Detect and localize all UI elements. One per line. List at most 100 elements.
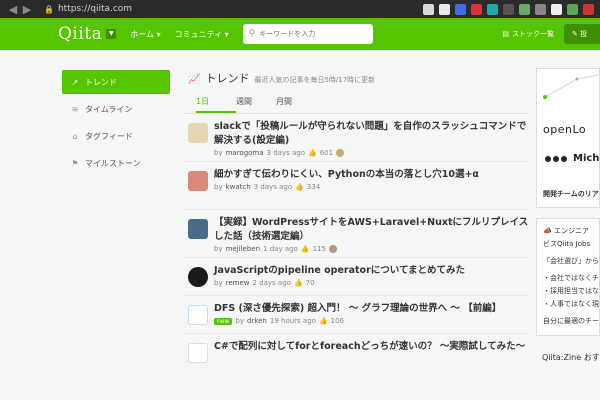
sidebar-item-label: トレンド [85, 77, 117, 87]
thumbs-up-icon: 👍 [295, 183, 304, 191]
extension-icon[interactable] [583, 3, 594, 15]
chevron-down-icon[interactable]: ▼ [106, 29, 117, 39]
tab-weekly[interactable]: 週間 [236, 92, 276, 113]
extension-icon[interactable] [567, 3, 578, 15]
author-link[interactable]: remew [226, 279, 250, 287]
timeline-icon: ≋ [71, 104, 79, 114]
ad-logo: openLo [543, 123, 587, 136]
jobs-line: ビスQiita Jobs [543, 240, 591, 248]
extension-icon[interactable] [487, 3, 498, 15]
author-link[interactable]: mejileben [226, 245, 260, 253]
tab-daily[interactable]: 1日 [196, 92, 236, 113]
page-title: トレンド [205, 72, 250, 85]
sidebar-item-timeline[interactable]: ≋ タイムライン [62, 97, 170, 121]
ad-brand: Mich [545, 153, 599, 164]
extension-icon[interactable] [455, 3, 466, 15]
article-title[interactable]: DFS (深さ優先探索) 超入門！ 〜 グラフ理論の世界へ 〜 【前編】 [214, 302, 529, 316]
article-item: 【実録】WordPressサイトをAWS+Laravel+Nuxtにフルリプレイ… [184, 210, 529, 258]
article-item: C#で配列に対してforとforeachどっちが速いの？ 〜実際試してみた〜 [184, 334, 529, 382]
extension-icon[interactable] [471, 3, 482, 15]
tag-icon: ⌂ [72, 131, 78, 141]
article-meta: by kwatch 3 days ago 👍 334 [214, 183, 529, 191]
by-label: by [214, 245, 223, 253]
avatar[interactable] [188, 171, 208, 191]
author-link[interactable]: drken [247, 317, 267, 325]
new-badge: new [214, 317, 233, 325]
avatar[interactable] [188, 305, 208, 325]
liker-avatar[interactable] [328, 245, 337, 253]
qiita-logo[interactable]: Qiita [58, 24, 102, 44]
ad-name: Mich [573, 153, 600, 164]
sidebar-item-trend[interactable]: ↗ トレンド [62, 70, 170, 94]
sidebar-item-tagfeed[interactable]: ⌂ タグフィード [62, 124, 170, 148]
post-button[interactable]: ✎ 投 [564, 24, 600, 44]
nav-home[interactable]: ホーム ▾ [130, 29, 160, 40]
post-time: 2 days ago [252, 279, 291, 287]
sidebar: ↗ トレンド ≋ タイムライン ⌂ タグフィード ⚑ マイルストーン [62, 70, 170, 178]
like-count: 106 [330, 317, 345, 325]
by-label: by [214, 183, 223, 191]
jobs-line: ・採用担当ではな [543, 287, 599, 295]
article-title[interactable]: 細かすぎて伝わりにくい、Pythonの本当の落とし穴10選+α [214, 168, 529, 182]
flag-icon: ⚑ [71, 158, 79, 168]
post-time: 1 day ago [263, 245, 298, 253]
article-item: JavaScriptのpipeline operatorについてまとめてみた b… [184, 258, 529, 296]
thumbs-up-icon: 👍 [318, 317, 328, 325]
like-count: 334 [306, 183, 321, 191]
jobs-title: エンジニア [553, 227, 589, 235]
jobs-line: ・会社ではなくチ [543, 274, 599, 282]
network-graphic [543, 74, 599, 99]
post-label: 投 [580, 30, 588, 38]
sidebar-item-milestone[interactable]: ⚑ マイルストーン [62, 151, 170, 175]
thumbs-up-icon: 👍 [293, 279, 303, 287]
search-input[interactable] [259, 30, 360, 38]
by-label: by [214, 279, 223, 287]
tab-monthly[interactable]: 月間 [276, 92, 316, 113]
address-bar[interactable]: 🔒 https://qiita.com [44, 4, 132, 14]
thumbs-up-icon: 👍 [300, 245, 310, 253]
extension-icon[interactable] [439, 3, 450, 15]
extension-icon[interactable] [551, 3, 562, 15]
article-item: DFS (深さ優先探索) 超入門！ 〜 グラフ理論の世界へ 〜 【前編】 new… [184, 296, 529, 334]
right-column: openLo Mich 開発チームのリア 📣 エンジニア ビスQiita Job… [536, 68, 600, 363]
like-count: 601 [319, 149, 334, 157]
avatar[interactable] [188, 219, 208, 239]
ad-banner[interactable]: openLo Mich 開発チームのリア [536, 68, 600, 208]
article-title[interactable]: C#で配列に対してforとforeachどっちが速いの？ 〜実際試してみた〜 [214, 340, 529, 354]
author-link[interactable]: kwatch [226, 183, 251, 191]
post-time: 3 days ago [253, 183, 293, 191]
jobs-panel[interactable]: 📣 エンジニア ビスQiita Jobs 「会社選び」から ・会社ではなくチ ・… [536, 218, 600, 336]
jobs-line: 「会社選び」から [543, 257, 599, 265]
browser-toolbar: ◀ ▶ 🔒 https://qiita.com [0, 0, 600, 18]
sidebar-item-label: タイムライン [85, 104, 133, 114]
stock-list-link[interactable]: ▤ ストック一覧 [502, 29, 554, 39]
avatar[interactable] [188, 343, 208, 363]
search-icon: ⚲ [248, 29, 256, 39]
search-box[interactable]: ⚲ [242, 24, 373, 44]
avatar[interactable] [188, 123, 208, 143]
nav-community[interactable]: コミュニティ ▾ [175, 29, 229, 40]
article-title[interactable]: slackで「投稿ルールが守られない問題」を自作のスラッシュコマンドで解決する(… [214, 120, 529, 148]
article-meta: by remew 2 days ago 👍 70 [214, 279, 529, 287]
author-link[interactable]: marogoma [226, 149, 264, 157]
article-title[interactable]: JavaScriptのpipeline operatorについてまとめてみた [214, 264, 529, 278]
page-subtitle: 最近人気の記事を毎日5時/17時に更新 [254, 76, 376, 84]
extension-icon[interactable] [519, 3, 530, 15]
jobs-line: ・人事ではなく現 [543, 300, 599, 308]
liker-avatar[interactable] [336, 149, 345, 157]
article-title[interactable]: 【実録】WordPressサイトをAWS+Laravel+Nuxtにフルリプレイ… [214, 216, 529, 244]
ad-caption: 開発チームのリア [543, 190, 599, 198]
trend-icon: ↗ [71, 77, 79, 87]
folder-icon: ▤ [502, 30, 509, 38]
period-tabs: 1日 週間 月間 [184, 92, 529, 114]
back-icon[interactable]: ◀ [6, 3, 20, 16]
extension-icon[interactable] [535, 3, 546, 15]
extension-icon[interactable] [423, 3, 434, 15]
megaphone-icon: 📣 [543, 227, 554, 235]
site-header: Qiita ▼ ホーム ▾ コミュニティ ▾ ⚲ ▤ ストック一覧 ✎ 投 [0, 18, 600, 50]
avatar[interactable] [188, 267, 208, 287]
forward-icon[interactable]: ▶ [20, 3, 34, 16]
jobs-line: 自分に最適のチー [543, 317, 599, 325]
article-item: slackで「投稿ルールが守られない問題」を自作のスラッシュコマンドで解決する(… [184, 114, 529, 162]
extension-icon[interactable] [503, 3, 514, 15]
